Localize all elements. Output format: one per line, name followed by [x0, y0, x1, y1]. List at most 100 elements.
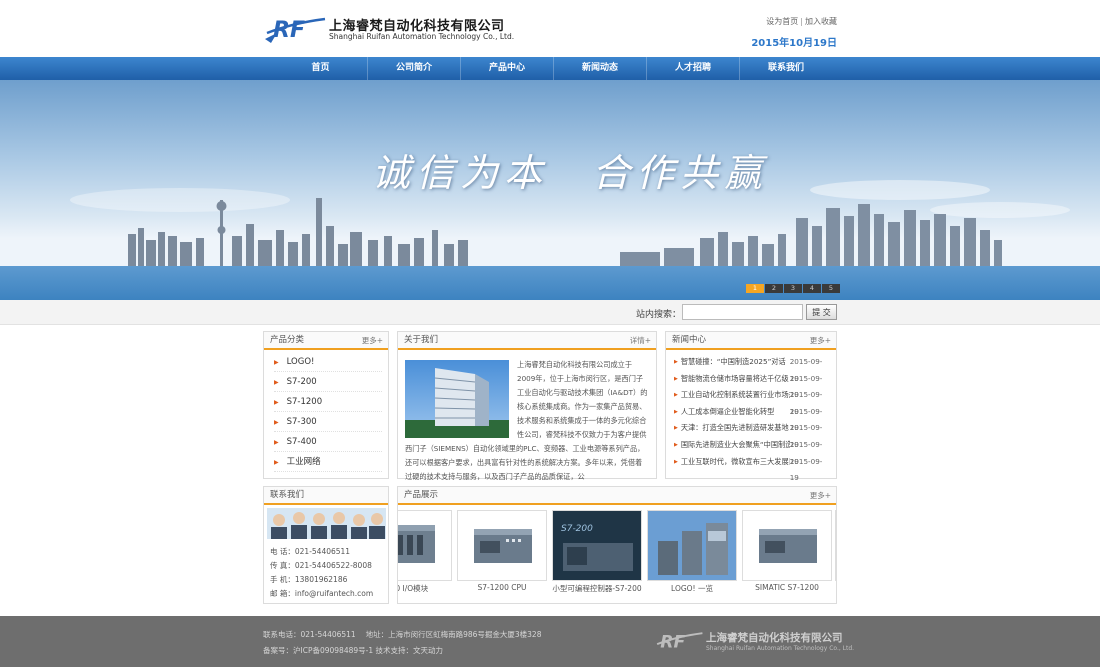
panel-header: 关于我们 详情+ [398, 332, 656, 350]
search-label: 站内搜索： [636, 310, 682, 320]
triangle-right-icon: ▶ [674, 375, 678, 382]
footer-icp-support: 备案号：沪ICP备09098489号-1 技术支持：文天动力 [263, 646, 444, 655]
company-name-en: Shanghai Ruifan Automation Technology Co… [329, 32, 515, 41]
category-item[interactable]: ▶ S7-400 [274, 432, 382, 452]
nav-contact[interactable]: 联系我们 [739, 57, 832, 80]
search-input[interactable] [682, 304, 803, 320]
news-date: 2015-09-19 [789, 390, 823, 416]
footer-company-en: Shanghai Ruifan Automation Technology Co… [706, 645, 855, 652]
triangle-right-icon: ▶ [274, 359, 279, 366]
news-title: 智能物流仓储市场容量将达千亿级 [680, 373, 789, 383]
categories-more-link[interactable]: 更多+ [362, 332, 383, 349]
contact-phone: 电 话：021-54406511 [270, 547, 351, 556]
news-title: 人工成本倒逼企业智能化转型 [680, 406, 775, 416]
nav-company-profile[interactable]: 公司简介 [367, 57, 460, 80]
product-name: SIMATIC S7-1200 [755, 583, 819, 592]
news-date: 2015-09-19 [789, 439, 823, 466]
product-name: LOGO! 一览 [671, 584, 713, 593]
hero-banner: 诚信为本 合作共赢 1 2 3 4 5 [0, 80, 1100, 300]
triangle-right-icon: ▶ [274, 419, 279, 426]
news-item[interactable]: ▶ 智慧碰撞：“中国制造2025”对话 2015-09-19 [674, 354, 830, 383]
product-item[interactable]: SIMATIC S7-1200 [742, 510, 832, 592]
ruifan-logo-icon: RF [265, 17, 326, 43]
footer-logo: RF 上海睿梵自动化科技有限公司 Shanghai Ruifan Automat… [654, 628, 854, 656]
triangle-right-icon: ▶ [274, 459, 279, 466]
panel-header: 新闻中心 更多+ [666, 332, 836, 350]
category-label: S7-200 [286, 377, 317, 387]
category-item[interactable]: ▶ S7-200 [274, 372, 382, 392]
about-details-link[interactable]: 详情+ [630, 332, 651, 349]
news-title: 国际先进制造业大会聚焦“中国制造 [680, 439, 790, 449]
slide-dot-3[interactable]: 3 [784, 284, 802, 293]
search-submit-button[interactable]: 提 交 [806, 304, 837, 320]
contact-mobile: 手 机：13801962186 [270, 575, 348, 584]
triangle-right-icon: ▶ [274, 399, 279, 406]
news-more-link[interactable]: 更多+ [810, 332, 831, 349]
triangle-right-icon: ▶ [674, 425, 678, 432]
nav-jobs[interactable]: 人才招聘 [646, 57, 739, 80]
category-item[interactable]: ▶ S7-300 [274, 412, 382, 432]
logo-modules-image [647, 510, 737, 581]
product-image-partial [835, 510, 836, 581]
slide-indicators: 1 2 3 4 5 [745, 284, 840, 293]
set-home-link[interactable]: 设为首页 [766, 17, 798, 26]
link-separator: | [800, 17, 803, 26]
main-nav: 首页 公司简介 产品中心 新闻动态 人才招聘 联系我们 [0, 57, 1100, 80]
category-item[interactable]: ▶ S7-1200 [274, 392, 382, 412]
product-item[interactable]: 200 I/O模块 [398, 510, 452, 594]
news-item[interactable]: ▶ 天津：打造全国先进制造研发基地 2015-09-19 [674, 420, 830, 449]
news-date: 2015-09-19 [789, 373, 823, 400]
product-item[interactable]: S [835, 510, 836, 592]
search-bar: 站内搜索： 提 交 [0, 300, 1100, 325]
triangle-right-icon: ▶ [674, 359, 678, 365]
company-logo[interactable]: RF 上海睿梵自动化科技有限公司 Shanghai Ruifan Automat… [263, 13, 514, 45]
contact-fax: 传 真：021-54406522-8008 [270, 561, 372, 570]
slide-dot-2[interactable]: 2 [765, 284, 783, 293]
slide-dot-5[interactable]: 5 [822, 284, 840, 293]
slide-dot-4[interactable]: 4 [803, 284, 821, 293]
sea-area [0, 266, 1100, 300]
panel-title: 关于我们 [404, 335, 439, 345]
slide-dot-1[interactable]: 1 [746, 284, 764, 293]
triangle-right-icon: ▶ [674, 392, 678, 399]
footer-contact-address: 联系电话：021-54406511 地址：上海市闵行区虹梅南路986号掘金大厦3… [263, 630, 542, 639]
panel-title: 产品展示 [404, 490, 439, 500]
panel-header: 联系我们 [264, 487, 388, 505]
nav-products[interactable]: 产品中心 [460, 57, 553, 80]
news-item[interactable]: ▶ 人工成本倒逼企业智能化转型 2015-09-19 [674, 404, 830, 433]
plc-io-module-image [398, 510, 452, 581]
ruifan-logo-icon: RF [656, 632, 703, 652]
nav-home[interactable]: 首页 [274, 57, 367, 80]
products-more-link[interactable]: 更多+ [810, 487, 831, 504]
triangle-right-icon: ▶ [274, 379, 279, 386]
triangle-right-icon: ▶ [274, 439, 279, 446]
news-item[interactable]: ▶ 智能物流仓储市场容量将达千亿级 2015-09-19 [674, 371, 830, 400]
product-name: 200 I/O模块 [398, 584, 429, 593]
product-item[interactable]: S7-1200 CPU [457, 510, 547, 592]
product-item[interactable]: LOGO! 一览 [647, 510, 737, 594]
nav-news[interactable]: 新闻动态 [553, 57, 646, 80]
s7-200-banner-image: S7-200 [552, 510, 642, 581]
category-label: S7-1200 [286, 397, 323, 407]
footer: 联系电话：021-54406511 地址：上海市闵行区虹梅南路986号掘金大厦3… [0, 616, 1100, 667]
news-item[interactable]: ▶ 国际先进制造业大会聚焦“中国制造 2015-09-19 [674, 437, 830, 466]
contact-email[interactable]: 邮 箱：info@ruifantech.com [270, 587, 373, 601]
add-favorite-link[interactable]: 加入收藏 [805, 17, 837, 26]
category-label: LOGO! [286, 357, 315, 367]
category-label: 工业网络 [286, 457, 321, 467]
news-title: 工业自动化控制系统装置行业市场规 [680, 390, 790, 400]
panel-title: 新闻中心 [672, 335, 707, 345]
category-label: S7-300 [286, 417, 317, 427]
product-item[interactable]: S7-200 小型可编程控制器-S7-200 [552, 510, 642, 594]
office-building-image [405, 360, 509, 438]
news-item[interactable]: ▶ 工业自动化控制系统装置行业市场规 2015-09-19 [674, 387, 830, 416]
current-date: 2015年10月19日 [751, 38, 837, 49]
category-item[interactable]: ▶ 工业网络 [274, 452, 382, 472]
top-links: 设为首页 | 加入收藏 [766, 16, 837, 27]
team-photo-image [267, 508, 386, 539]
about-us-panel: 关于我们 详情+ 上海睿梵自动化科技有限公司成立于2009年，位于上海市闵行区，… [397, 331, 657, 481]
category-list: ▶ LOGO! ▶ S7-200 ▶ S7-1200 ▶ S7-300 ▶ S7-400 … [264, 350, 388, 472]
category-item[interactable]: ▶ LOGO! [274, 352, 382, 372]
news-date: 2015-09-19 [789, 423, 823, 449]
news-item[interactable]: ▶ 工业互联时代，微软宣布三大发展目 2015-09-19 [674, 454, 830, 483]
